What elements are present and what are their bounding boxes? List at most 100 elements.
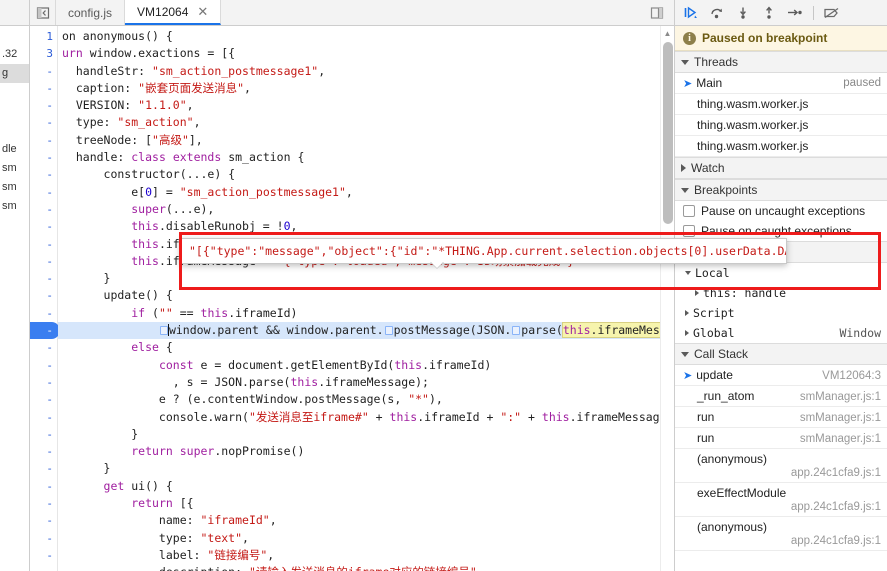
line-number[interactable]: - <box>30 305 57 322</box>
line-number[interactable]: - <box>30 132 57 149</box>
step-out-icon[interactable] <box>757 3 781 23</box>
call-stack-frame[interactable]: (anonymous) app.24c1cfa9.js:1 <box>675 449 887 483</box>
pause-on-uncaught-exceptions-row[interactable]: Pause on uncaught exceptions <box>675 201 887 221</box>
line-number[interactable]: - <box>30 114 57 131</box>
line-number[interactable]: - <box>30 409 57 426</box>
navigator-fragment[interactable]: sm <box>0 197 29 216</box>
code-fold-icon[interactable] <box>384 326 393 336</box>
call-stack-frame[interactable]: exeEffectModule app.24c1cfa9.js:1 <box>675 483 887 517</box>
navigator-fragment[interactable]: dle <box>0 140 29 159</box>
scope-group-global[interactable]: Global Window <box>675 323 887 343</box>
line-number[interactable]: - <box>30 287 57 304</box>
code-line: handle: class extends sm_action { <box>58 149 674 166</box>
line-number[interactable]: - <box>30 357 57 374</box>
section-title: Watch <box>691 161 725 175</box>
source-code-viewer[interactable]: 13------------------------------------ o… <box>30 26 674 571</box>
step-icon[interactable] <box>783 3 807 23</box>
scope-group-local[interactable]: Local <box>675 263 887 283</box>
scope-var-this[interactable]: this: handle <box>675 283 887 303</box>
tab-config-js[interactable]: config.js <box>56 0 126 25</box>
resume-icon[interactable] <box>679 3 703 23</box>
call-stack-frame[interactable]: (anonymous) app.24c1cfa9.js:1 <box>675 517 887 551</box>
code-fold-icon[interactable] <box>159 326 168 336</box>
devtools-window: .32 g dle sm sm sm config.js VM12064 ✕ 1… <box>0 0 887 571</box>
line-number[interactable]: - <box>30 512 57 529</box>
scrollbar-thumb[interactable] <box>663 42 673 224</box>
line-number[interactable]: - <box>30 218 57 235</box>
section-watch[interactable]: Watch <box>675 157 887 179</box>
line-number[interactable]: - <box>30 149 57 166</box>
line-number[interactable]: - <box>30 530 57 547</box>
frame-function-name: (anonymous) <box>697 452 768 466</box>
line-number[interactable]: - <box>30 270 57 287</box>
code-token: .iframeId) <box>228 305 298 320</box>
line-number[interactable]: 3 <box>30 45 57 62</box>
code-token: this <box>131 253 159 268</box>
code-line: console.warn("发送消息至iframe#" + this.ifram… <box>58 409 674 426</box>
navigator-fragment[interactable]: sm <box>0 178 29 197</box>
code-line: description: "请输入发送消息的iframe对应的链接编号", <box>58 564 674 571</box>
line-number[interactable]: - <box>30 443 57 460</box>
line-number[interactable]: - <box>30 478 57 495</box>
line-number[interactable]: - <box>30 184 57 201</box>
navigator-fragment[interactable] <box>0 83 29 102</box>
show-navigator-icon[interactable] <box>30 0 56 25</box>
code-token: ] = <box>152 184 180 199</box>
navigator-fragment-selected[interactable]: g <box>0 64 29 83</box>
thread-row[interactable]: thing.wasm.worker.js <box>675 115 887 136</box>
section-threads[interactable]: Threads <box>675 51 887 73</box>
scroll-up-arrow-icon[interactable]: ▲ <box>661 26 674 40</box>
code-line: return super.nopPromise() <box>58 443 674 460</box>
frame-location: app.24c1cfa9.js:1 <box>790 535 881 547</box>
navigator-fragment[interactable] <box>0 102 29 121</box>
line-number[interactable]: - <box>30 374 57 391</box>
source-code-text[interactable]: on anonymous() {urn window.exactions = [… <box>58 26 674 571</box>
show-debugger-sidebar-icon[interactable] <box>646 4 668 22</box>
line-number[interactable]: 1 <box>30 28 57 45</box>
call-stack-frame[interactable]: _run_atom smManager.js:1 <box>675 386 887 407</box>
call-stack-frame[interactable]: run smManager.js:1 <box>675 407 887 428</box>
line-number[interactable]: - <box>30 391 57 408</box>
thread-row[interactable]: thing.wasm.worker.js <box>675 94 887 115</box>
section-breakpoints[interactable]: Breakpoints <box>675 179 887 201</box>
code-fold-icon[interactable] <box>512 326 521 336</box>
checkbox[interactable] <box>683 205 695 217</box>
current-thread-arrow-icon: ➤ <box>683 77 693 90</box>
line-number-gutter[interactable]: 13------------------------------------ <box>30 26 60 571</box>
editor-vertical-scrollbar[interactable]: ▲ <box>660 26 674 571</box>
line-number[interactable]: - <box>30 236 57 253</box>
navigator-fragment[interactable]: .32 <box>0 45 29 64</box>
line-number-current[interactable]: - <box>30 322 60 340</box>
navigator-fragment[interactable]: sm <box>0 159 29 178</box>
call-stack-frame[interactable]: run smManager.js:1 <box>675 428 887 449</box>
checkbox[interactable] <box>683 225 695 237</box>
line-number[interactable]: - <box>30 460 57 477</box>
line-number[interactable]: - <box>30 201 57 218</box>
navigator-fragment[interactable] <box>0 121 29 140</box>
line-number[interactable]: - <box>30 564 57 571</box>
line-number[interactable]: - <box>30 80 57 97</box>
scope-group-script[interactable]: Script <box>675 303 887 323</box>
line-number[interactable]: - <box>30 97 57 114</box>
call-stack-frame-current[interactable]: ➤ update VM12064:3 <box>675 365 887 386</box>
line-number[interactable]: - <box>30 495 57 512</box>
close-icon[interactable]: ✕ <box>197 5 208 18</box>
step-into-icon[interactable] <box>731 3 755 23</box>
line-number[interactable]: - <box>30 63 57 80</box>
debugger-sections: Threads ➤ Main paused thing.wasm.worker.… <box>675 51 887 571</box>
section-call-stack[interactable]: Call Stack <box>675 343 887 365</box>
line-number[interactable]: - <box>30 253 57 270</box>
deactivate-breakpoints-icon[interactable] <box>820 3 844 23</box>
thread-row[interactable]: thing.wasm.worker.js <box>675 136 887 157</box>
thread-row-main[interactable]: ➤ Main paused <box>675 73 887 94</box>
step-over-icon[interactable] <box>705 3 729 23</box>
code-token: VERSION: <box>62 98 139 113</box>
line-number[interactable]: - <box>30 166 57 183</box>
line-number[interactable]: - <box>30 426 57 443</box>
line-number[interactable]: - <box>30 339 57 356</box>
tab-vm12064[interactable]: VM12064 ✕ <box>125 0 222 25</box>
navigator-fragment[interactable] <box>0 26 29 45</box>
line-number[interactable]: - <box>30 547 57 564</box>
